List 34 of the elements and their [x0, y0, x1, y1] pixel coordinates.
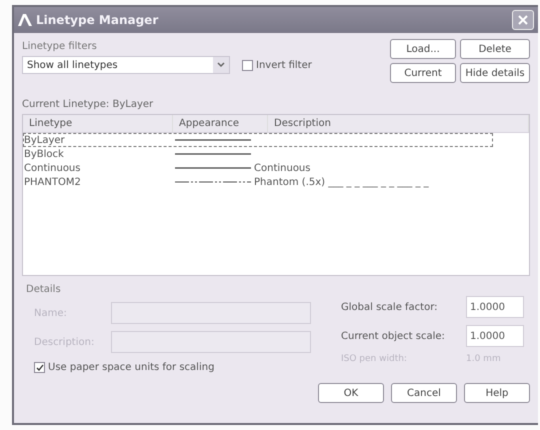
- linetype-row[interactable]: PHANTOM2 Phantom (.5x) ___ _ _ ___ _ _ ___ _ _: [23, 175, 493, 189]
- linetype-description: Phantom (.5x) ___ _ _ ___ _ _ ___ _ _: [254, 176, 430, 188]
- details-label: Details: [26, 284, 62, 295]
- dialog-button[interactable]: Cancel: [391, 383, 457, 403]
- window-title: Linetype Manager: [36, 13, 160, 27]
- linetype-description: Continuous: [254, 162, 312, 174]
- linetype-row[interactable]: ByLayer: [23, 133, 493, 147]
- invert-filter-label: Invert filter: [256, 60, 312, 70]
- close-icon[interactable]: [518, 15, 528, 25]
- dialog-button[interactable]: Current: [390, 63, 456, 83]
- app-logo-icon: [18, 14, 32, 26]
- chevron-down-icon[interactable]: [213, 57, 229, 73]
- close-button[interactable]: [512, 10, 534, 30]
- filter-dropdown[interactable]: Show all linetypes: [22, 56, 230, 74]
- dialog-button[interactable]: OK: [318, 383, 384, 403]
- column-header[interactable]: Appearance: [173, 115, 268, 132]
- dialog-button[interactable]: Load...: [390, 39, 456, 59]
- paper-space-label: Use paper space units for scaling: [48, 362, 214, 373]
- global-scale-label: Global scale factor:: [341, 302, 439, 312]
- filter-label: Linetype filters: [22, 41, 98, 52]
- dialog-button[interactable]: Help: [464, 383, 530, 403]
- column-header[interactable]: Description: [268, 115, 529, 132]
- linetype-name: PHANTOM2: [23, 176, 82, 188]
- current-linetype-label: Current Linetype: ByLayer: [22, 99, 154, 110]
- linetype-row[interactable]: Continuous Continuous: [23, 161, 493, 175]
- linetype-name: ByLayer: [23, 134, 66, 146]
- linetype-row[interactable]: ByBlock: [23, 147, 493, 161]
- column-header[interactable]: Linetype: [23, 115, 173, 132]
- linetype-name: Continuous: [23, 162, 82, 174]
- dialog-button[interactable]: Delete: [460, 39, 530, 59]
- linetype-name: ByBlock: [23, 148, 65, 160]
- dialog-button[interactable]: Hide details: [460, 63, 530, 83]
- object-scale-label: Current object scale:: [341, 330, 446, 342]
- invert-filter-checkbox[interactable]: [242, 60, 253, 70]
